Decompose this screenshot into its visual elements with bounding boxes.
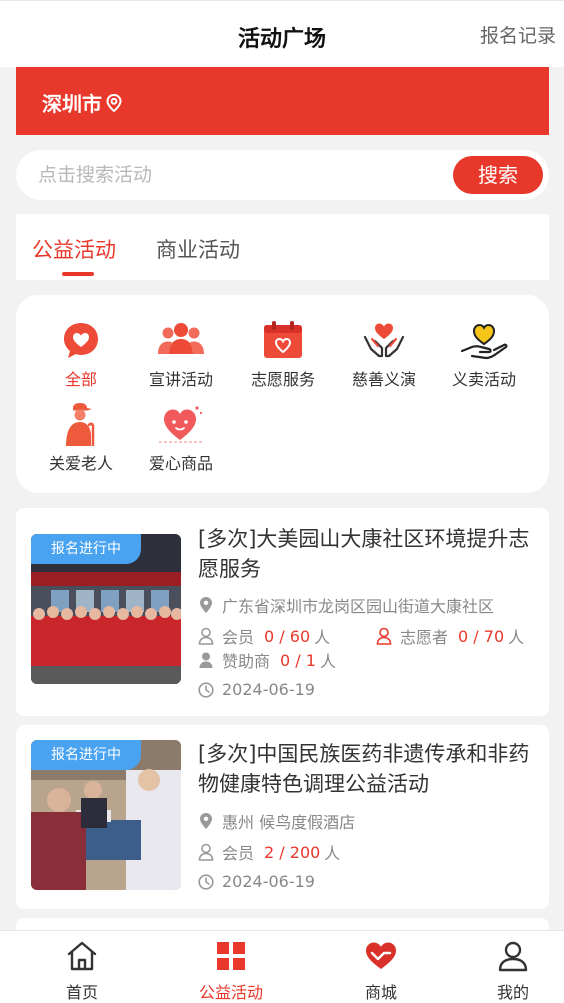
person-outline-icon — [198, 627, 214, 645]
tabbar-mine[interactable]: 我的 — [458, 939, 564, 1003]
activity-card[interactable]: 报名进行中 [多次]中国民族医药非遗传承和非药物健康特色调理公益活动 惠州 候鸟… — [16, 725, 549, 909]
member-unit: 人 — [324, 844, 341, 863]
clock-icon — [198, 873, 214, 890]
category-label: 义卖活动 — [451, 370, 516, 389]
volunteer-label: 志愿者 — [400, 628, 449, 647]
activity-thumbnail: 报名进行中 — [31, 740, 181, 890]
member-quota: 会员 2 / 200 人 — [198, 840, 340, 864]
member-unit: 人 — [314, 628, 331, 647]
city-banner: 深圳市 — [16, 67, 549, 135]
category-grid: 全部 宣讲活动 志愿服务 慈善义演 义卖活动 关爱老人 爱心商品 — [16, 295, 549, 493]
category-charity-performance[interactable]: 慈善义演 — [334, 318, 434, 390]
activity-thumbnail: 报名进行中 — [31, 534, 181, 684]
tab-public-welfare[interactable]: 公益活动 — [32, 234, 116, 264]
category-volunteer[interactable]: 志愿服务 — [233, 318, 333, 390]
home-icon — [67, 941, 97, 971]
member-count: 0 / 60 — [264, 626, 311, 646]
bottom-tab-bar: 首页 公益活动 商城 我的 — [0, 930, 564, 1003]
category-label: 志愿服务 — [250, 370, 315, 389]
tabbar-label: 公益活动 — [198, 983, 263, 1002]
person-outline-icon — [198, 843, 214, 861]
category-label: 宣讲活动 — [148, 370, 213, 389]
heart-bubble-icon — [64, 323, 98, 358]
member-label: 会员 — [222, 628, 255, 647]
top-nav-bar: 活动广场 报名记录 — [0, 0, 564, 67]
search-bar: 搜索 — [16, 150, 549, 200]
location-text: 广东省深圳市龙岗区园山街道大康社区 — [222, 597, 495, 616]
activity-date: 2024-06-19 — [198, 872, 315, 891]
active-tab-indicator — [62, 272, 94, 276]
category-label: 关爱老人 — [48, 454, 113, 473]
member-quota: 会员 0 / 60 人 — [198, 624, 330, 648]
activity-title: [多次]大美园山大康社区环境提升志愿服务 — [198, 527, 530, 581]
activity-title: [多次]中国民族医药非遗传承和非药物健康特色调理公益活动 — [198, 742, 530, 796]
tabbar-mall[interactable]: 商城 — [326, 939, 436, 1003]
search-input[interactable] — [38, 162, 438, 188]
location-pin-icon — [106, 93, 122, 112]
activity-card[interactable]: 报名进行中 [多次]大美园山大康社区环境提升志愿服务 广东省深圳市龙岗区园山街道… — [16, 508, 549, 716]
people-group-icon — [158, 323, 204, 354]
category-label: 爱心商品 — [148, 454, 213, 473]
elderly-person-icon — [66, 403, 95, 446]
sponsor-label: 赞助商 — [222, 652, 271, 671]
registration-status-badge: 报名进行中 — [31, 534, 141, 564]
tabbar-public-welfare[interactable]: 公益活动 — [176, 939, 286, 1003]
tab-commercial[interactable]: 商业活动 — [156, 234, 240, 264]
category-all[interactable]: 全部 — [31, 318, 131, 390]
calendar-heart-icon — [264, 321, 302, 358]
activity-location: 广东省深圳市龙岗区园山街道大康社区 — [198, 593, 494, 617]
location-text: 惠州 候鸟度假酒店 — [222, 813, 356, 832]
tabbar-label: 首页 — [65, 983, 98, 1002]
heart-hands-icon — [366, 942, 396, 969]
tabbar-home[interactable]: 首页 — [27, 939, 137, 1003]
clock-icon — [198, 681, 214, 698]
hands-heart-icon — [363, 323, 405, 358]
category-label: 慈善义演 — [351, 370, 416, 389]
volunteer-quota: 志愿者 0 / 70 人 — [376, 624, 524, 648]
location-pin-icon — [200, 597, 212, 613]
sponsor-count: 0 / 1 — [280, 650, 316, 670]
volunteer-count: 0 / 70 — [458, 626, 505, 646]
date-text: 2024-06-19 — [222, 872, 315, 891]
category-elderly-care[interactable]: 关爱老人 — [31, 402, 131, 474]
city-name: 深圳市 — [42, 92, 102, 116]
category-lecture[interactable]: 宣讲活动 — [131, 318, 231, 390]
category-charity-goods[interactable]: 爱心商品 — [131, 402, 231, 474]
tabbar-label: 我的 — [496, 983, 529, 1002]
activity-type-tabs: 公益活动 商业活动 — [16, 214, 549, 280]
member-label: 会员 — [222, 844, 255, 863]
date-text: 2024-06-19 — [222, 680, 315, 699]
volunteer-unit: 人 — [508, 628, 525, 647]
city-selector[interactable]: 深圳市 — [42, 88, 124, 117]
user-icon — [498, 941, 528, 972]
location-pin-icon — [200, 813, 212, 829]
tabbar-label: 商城 — [364, 983, 397, 1002]
activity-date: 2024-06-19 — [198, 680, 315, 699]
sponsor-person-icon — [199, 652, 213, 668]
grid-icon — [217, 942, 245, 970]
volunteer-person-icon — [376, 627, 392, 645]
registration-status-badge: 报名进行中 — [31, 740, 141, 770]
category-charity-sale[interactable]: 义卖活动 — [434, 318, 534, 390]
heart-face-icon — [159, 406, 203, 443]
search-button[interactable]: 搜索 — [453, 156, 543, 194]
member-count: 2 / 200 — [264, 842, 321, 862]
category-label: 全部 — [64, 370, 97, 389]
activity-location: 惠州 候鸟度假酒店 — [198, 809, 355, 833]
sponsor-quota: 赞助商 0 / 1 人 — [198, 648, 336, 672]
sponsor-unit: 人 — [319, 652, 336, 671]
hand-heart-icon — [460, 323, 508, 360]
registration-record-link[interactable]: 报名记录 — [480, 21, 556, 48]
